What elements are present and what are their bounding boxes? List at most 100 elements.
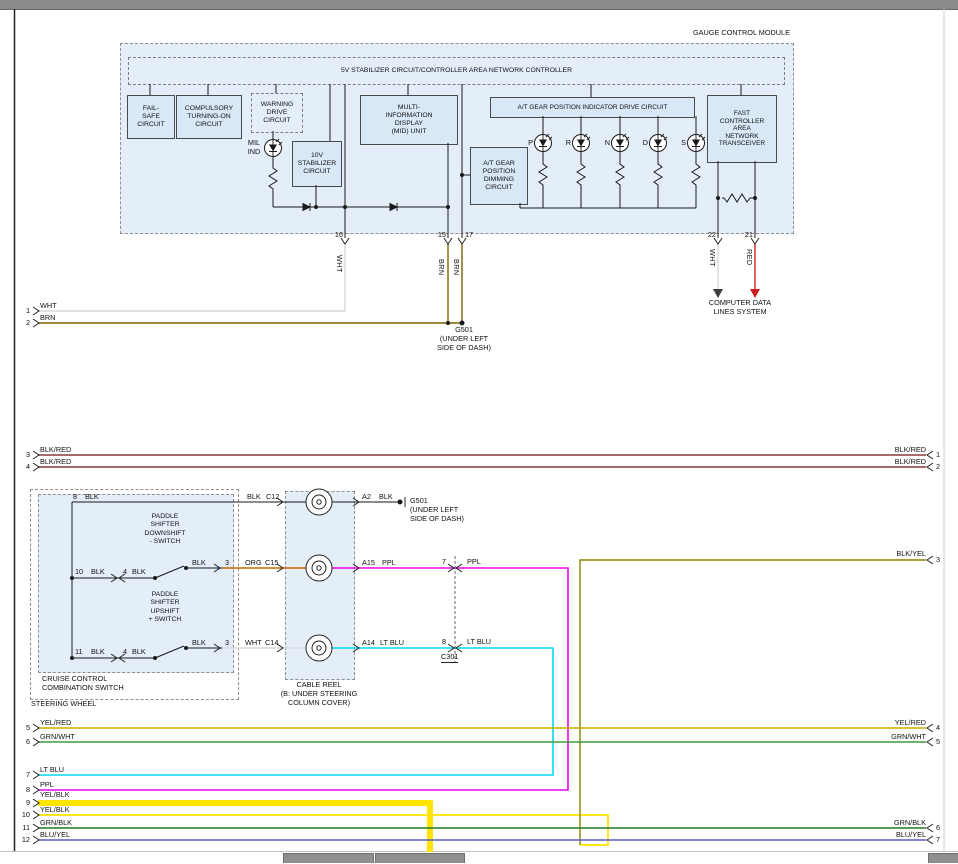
- row2-terminal-a: A15: [362, 559, 375, 568]
- left-wire-label-9: YEL/BLK: [40, 791, 70, 800]
- mil-ind-label: MIL IND: [245, 139, 263, 157]
- ground-g501-mid-label: G501 (UNDER LEFT SIDE OF DASH): [410, 497, 480, 524]
- module-pin-15: 15: [434, 231, 446, 240]
- left-pin-1: 1: [12, 307, 30, 316]
- row1-wire-a: BLK: [379, 493, 393, 502]
- bottom-connector-tab-1: [283, 853, 374, 863]
- row3-wire-mid: WHT: [245, 639, 262, 648]
- row2-wire-in2: BLK: [132, 568, 146, 577]
- right-pin-6: 6: [936, 824, 950, 833]
- row3-wire-in2: BLK: [132, 648, 146, 657]
- wire22-color-label: WHT: [707, 249, 716, 267]
- paddle-upshift-label: PADDLE SHIFTER UPSHIFT + SWITCH: [128, 591, 202, 624]
- left-wire-label-10: YEL/BLK: [40, 806, 70, 815]
- row3-terminal: 3: [225, 639, 229, 648]
- row2-wire-mid: ORG: [245, 559, 262, 568]
- module-output-wires: [38, 244, 760, 323]
- left-wire-label-1: WHT: [40, 302, 57, 311]
- wire21-color-label: RED: [744, 249, 753, 266]
- left-pin-8: 8: [12, 786, 30, 795]
- wire15-color-label: BRN: [436, 259, 445, 276]
- row2-wire-right: PPL: [467, 558, 481, 567]
- right-wire-label-5: GRN/WHT: [854, 733, 926, 742]
- wire17-color-label: BRN: [451, 259, 460, 276]
- module-pin-17: 17: [465, 231, 477, 240]
- junction-dots: [70, 173, 757, 660]
- wiring-svg: [0, 0, 958, 864]
- right-pin-1: 1: [936, 451, 950, 460]
- left-wire-label-6: GRN/WHT: [40, 733, 75, 742]
- row2-c301-pin: 7: [436, 558, 446, 567]
- left-wire-label-2: BRN: [40, 314, 55, 323]
- right-wire-label-4: YEL/RED: [854, 719, 926, 728]
- row2-terminal: 3: [225, 559, 229, 568]
- row3-pin2: 4: [123, 648, 127, 657]
- left-pin-6: 6: [12, 738, 30, 747]
- led-label-r: R: [562, 139, 571, 148]
- bottom-connector-tab-2: [375, 853, 465, 863]
- row2-connector: C15: [265, 559, 278, 568]
- row3-terminal-a: A14: [362, 639, 375, 648]
- left-wire-label-3: BLK/RED: [40, 446, 71, 455]
- left-pin-11: 11: [12, 824, 30, 833]
- led-label-d: D: [639, 139, 648, 148]
- row3-wire-right: LT BLU: [467, 638, 491, 647]
- row2-wire-in: BLK: [91, 568, 105, 577]
- left-pin-4: 4: [12, 463, 30, 472]
- led-label-n: N: [601, 139, 610, 148]
- right-wire-label-2: BLK/RED: [854, 458, 926, 467]
- left-wire-label-8: PPL: [40, 781, 54, 790]
- module-pin-21: 21: [741, 231, 753, 240]
- module-internal-wires: [150, 84, 755, 238]
- wiring-diagram-canvas: 5V STABILIZER CIRCUIT/CONTROLLER AREA NE…: [0, 0, 958, 864]
- connector-c301-label: C301: [441, 653, 458, 663]
- cruise-switch-label: CRUISE CONTROL COMBINATION SWITCH: [42, 675, 192, 693]
- row2-wire-a: PPL: [382, 559, 396, 568]
- left-wire-label-12: BLU/YEL: [40, 831, 70, 840]
- ground-g501-top-label: G501 (UNDER LEFT SIDE OF DASH): [433, 326, 495, 353]
- module-pin-22: 22: [704, 231, 716, 240]
- left-wire-label-7: LT BLU: [40, 766, 64, 775]
- wire16-color-label: WHT: [334, 255, 343, 273]
- row3-c301-pin: 8: [436, 638, 446, 647]
- row3-wire-a: LT BLU: [380, 639, 404, 648]
- right-wire-label-6: GRN/BLK: [854, 819, 926, 828]
- bottom-connector-tab-3: [928, 853, 958, 863]
- left-wire-label-5: YEL/RED: [40, 719, 71, 728]
- cable-reel-label: CABLE REEL (B: UNDER STEERING COLUMN COV…: [268, 681, 370, 708]
- left-wire-label-11: GRN/BLK: [40, 819, 72, 828]
- frame-lines: [0, 9, 958, 852]
- resistors: [269, 162, 753, 202]
- left-pin-7: 7: [12, 771, 30, 780]
- row1-terminal-a: A2: [362, 493, 371, 502]
- led-label-s: S: [677, 139, 686, 148]
- steering-wheel-label: STEERING WHEEL: [31, 700, 96, 709]
- computer-data-lines-label: COMPUTER DATA LINES SYSTEM: [694, 299, 786, 317]
- row1-connector: C12: [266, 493, 279, 502]
- module-pin-16: 16: [331, 231, 343, 240]
- left-pin-5: 5: [12, 724, 30, 733]
- row1-wire-in: BLK: [85, 493, 99, 502]
- left-pin-10: 10: [12, 811, 30, 820]
- led-label-p: P: [524, 139, 533, 148]
- left-pin-2: 2: [12, 319, 30, 328]
- row1-wire-out: BLK: [247, 493, 261, 502]
- blk-red-wires: [38, 455, 926, 467]
- left-wire-label-4: BLK/RED: [40, 458, 71, 467]
- row3-wire-sw: BLK: [192, 639, 206, 648]
- row2-pin2: 4: [123, 568, 127, 577]
- right-wire-label-1: BLK/RED: [854, 446, 926, 455]
- row2-pin: 10: [75, 568, 83, 577]
- cable-reel-coil-symbols: [306, 489, 332, 661]
- right-wire-label-7: BLU/YEL: [854, 831, 926, 840]
- left-pin-12: 12: [12, 836, 30, 845]
- right-wire-label-3: BLK/YEL: [854, 550, 926, 559]
- left-pin-9: 9: [12, 799, 30, 808]
- gauge-module-title: GAUGE CONTROL MODULE: [662, 29, 790, 38]
- left-pin-3: 3: [12, 451, 30, 460]
- wire-blk-yel: [580, 560, 926, 845]
- right-pin-5: 5: [936, 738, 950, 747]
- right-pin-2: 2: [936, 463, 950, 472]
- right-pin-7: 7: [936, 836, 950, 845]
- row1-pin: 8: [73, 493, 77, 502]
